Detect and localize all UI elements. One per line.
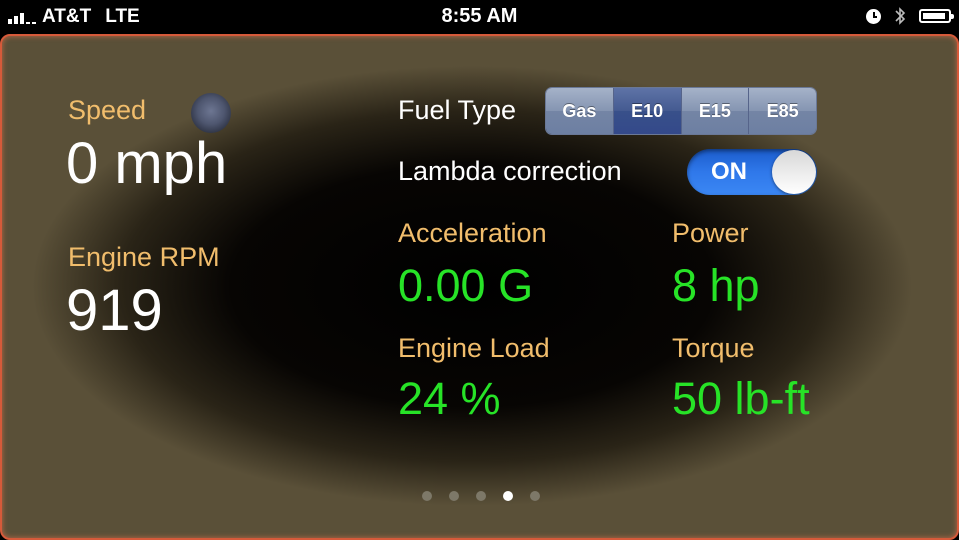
battery-icon [919,9,954,23]
page-dot[interactable] [476,491,486,501]
acceleration-value: 0.00 G [398,260,534,311]
toggle-state-text: ON [711,158,747,185]
page-dot[interactable] [449,491,459,501]
bluetooth-icon [895,7,906,25]
status-right [866,6,954,26]
fuel-option-e85[interactable]: E85 [749,88,816,134]
engine-rpm-label: Engine RPM [68,242,220,272]
fuel-option-e15[interactable]: E15 [681,88,750,134]
alarm-clock-icon [866,8,881,24]
power-label: Power [672,218,749,248]
lambda-correction-toggle[interactable]: ON [687,149,817,195]
acceleration-label: Acceleration [398,218,547,248]
page-dot[interactable] [530,491,540,501]
fuel-type-label: Fuel Type [398,95,517,125]
torque-label: Torque [672,333,755,363]
dashboard-panel: Speed 0 mph Engine RPM 919 Fuel Type Gas… [0,34,959,540]
page-indicator[interactable] [422,491,540,501]
fuel-option-e10[interactable]: E10 [613,88,682,134]
speed-value: 0 mph [66,131,228,196]
page-dot[interactable] [422,491,432,501]
speed-label: Speed [68,95,147,125]
torque-value: 50 lb-ft [672,373,810,424]
status-time: 8:55 AM [441,5,518,27]
power-value: 8 hp [672,260,760,311]
engine-rpm-value: 919 [66,278,163,343]
fuel-type-selector: Gas E10 E15 E85 [545,87,817,135]
status-indicator-light [191,93,231,133]
toggle-knob[interactable] [772,150,816,194]
engine-load-label: Engine Load [398,333,550,363]
engine-load-value: 24 % [398,373,501,424]
fuel-option-gas[interactable]: Gas [546,88,614,134]
page-dot[interactable] [503,491,513,501]
status-bar: AT&T LTE 8:55 AM [0,0,959,34]
battery-fill [923,13,945,19]
lambda-correction-label: Lambda correction [398,156,622,186]
